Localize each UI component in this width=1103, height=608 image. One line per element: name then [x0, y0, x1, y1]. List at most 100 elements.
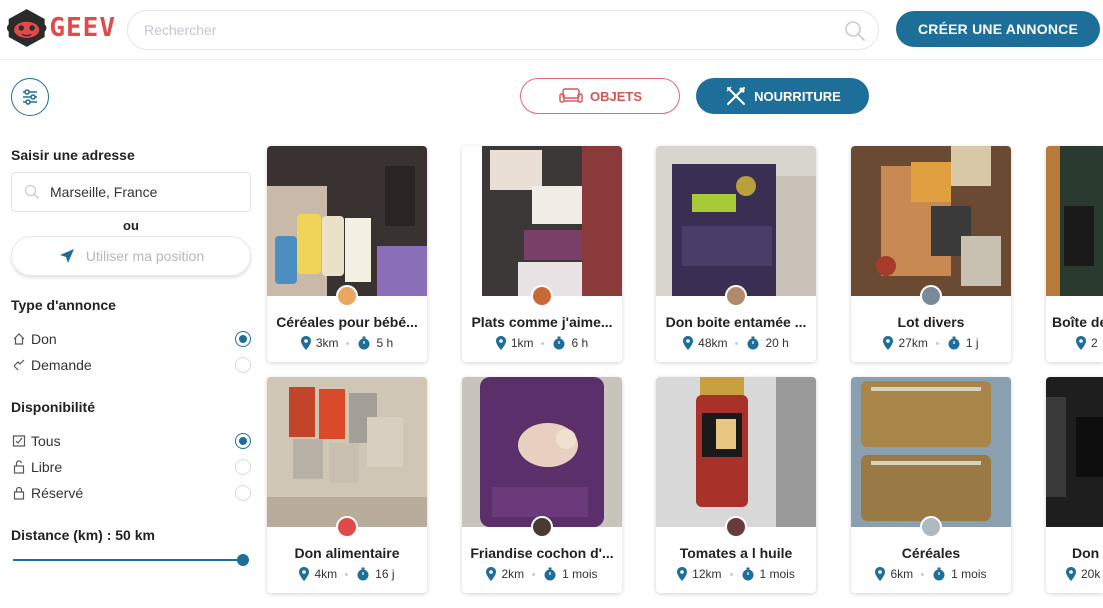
distance-slider-thumb[interactable]	[237, 554, 249, 566]
avatar[interactable]	[725, 285, 747, 307]
listing-title: Céréales pour bébé...	[276, 314, 418, 330]
listing-meta: 4km 16 j	[267, 567, 427, 581]
listing-card[interactable]: Tomates a l huile 12km 1 mois	[656, 377, 816, 593]
map-pin-icon	[1076, 336, 1086, 350]
listing-photo	[1046, 146, 1103, 296]
filters-toggle-button[interactable]	[11, 78, 49, 116]
avatar[interactable]	[531, 516, 553, 538]
listing-card[interactable]: Lot divers 27km 1 j	[851, 146, 1011, 362]
distance-label: Distance (km) : 50 km	[11, 527, 155, 543]
listing-meta: 2km 1 mois	[462, 567, 622, 581]
avatar[interactable]	[336, 516, 358, 538]
tab-nourriture-label: NOURRITURE	[754, 88, 841, 104]
radio-reserve[interactable]	[235, 485, 251, 501]
listing-card[interactable]: Boîte de 2	[1046, 146, 1103, 362]
listing-meta: 6km 1 mois	[851, 567, 1011, 581]
stopwatch-icon	[544, 567, 556, 581]
listing-distance: 1km	[510, 336, 534, 350]
use-position-label: Utiliser ma position	[85, 248, 205, 264]
geev-logo[interactable]: GEEV	[6, 5, 116, 51]
availability-option-libre[interactable]: Libre	[11, 457, 251, 477]
listing-card[interactable]: Céréales 6km 1 mois	[851, 377, 1011, 593]
search-icon[interactable]	[844, 20, 866, 42]
radio-libre[interactable]	[235, 459, 251, 475]
listing-title: Don boite entamée ...	[665, 314, 807, 330]
listing-meta: 48km 20 h	[656, 336, 816, 350]
listing-photo	[851, 377, 1011, 527]
logo-text: GEEV	[49, 13, 116, 43]
map-pin-icon	[1066, 567, 1076, 581]
listing-title: Friandise cochon d'...	[470, 545, 614, 561]
map-pin-icon	[677, 567, 688, 581]
tab-objets[interactable]: OBJETS	[520, 78, 680, 114]
listing-meta: 1km 6 h	[462, 336, 622, 350]
listing-card[interactable]: Friandise cochon d'... 2km 1 mois	[462, 377, 622, 593]
search-input[interactable]	[144, 22, 824, 38]
availability-option-tous[interactable]: Tous	[11, 431, 251, 451]
distance-slider[interactable]	[13, 554, 251, 566]
address-field[interactable]	[11, 172, 251, 212]
hand-icon	[11, 357, 27, 373]
radio-demande[interactable]	[235, 357, 251, 373]
stopwatch-icon	[948, 336, 960, 350]
create-listing-button[interactable]: CRÉER UNE ANNONCE	[896, 11, 1100, 47]
listing-title: Boîte de	[1052, 314, 1103, 330]
stopwatch-icon	[747, 336, 759, 350]
use-position-button[interactable]: Utiliser ma position	[11, 236, 251, 276]
address-title: Saisir une adresse	[11, 147, 135, 163]
listing-title: Plats comme j'aime...	[471, 314, 613, 330]
listing-title: Tomates a l huile	[679, 545, 793, 561]
availability-option-reserve[interactable]: Réservé	[11, 483, 251, 503]
listing-photo	[462, 377, 622, 527]
radio-don[interactable]	[235, 331, 251, 347]
map-pin-icon	[683, 336, 694, 350]
sliders-icon	[23, 89, 37, 105]
map-pin-icon	[486, 567, 497, 581]
listing-meta: 12km 1 mois	[656, 567, 816, 581]
map-pin-icon	[299, 567, 310, 581]
type-option-don[interactable]: Don	[11, 329, 251, 349]
listing-card[interactable]: Don boite entamée ... 48km 20 h	[656, 146, 816, 362]
listing-meta: 27km 1 j	[851, 336, 1011, 350]
avatar[interactable]	[920, 285, 942, 307]
listing-card[interactable]: Don alimentaire 4km 16 j	[267, 377, 427, 593]
type-option-demande[interactable]: Demande	[11, 355, 251, 375]
listing-photo	[656, 146, 816, 296]
avatar[interactable]	[336, 285, 358, 307]
listing-card[interactable]: Don 20k	[1046, 377, 1103, 593]
radio-tous[interactable]	[235, 433, 251, 449]
search-bar[interactable]	[127, 10, 879, 50]
listing-card[interactable]: Céréales pour bébé... 3km 5 h	[267, 146, 427, 362]
separator-dot	[346, 341, 350, 345]
type-title: Type d'annonce	[11, 297, 116, 313]
top-bar: GEEV CRÉER UNE ANNONCE	[0, 0, 1103, 60]
listing-time: 20 h	[765, 336, 789, 350]
listing-time: 1 mois	[562, 567, 598, 581]
address-input[interactable]	[50, 184, 240, 200]
listing-card[interactable]: Plats comme j'aime... 1km 6 h	[462, 146, 622, 362]
map-pin-icon	[883, 336, 894, 350]
avatar[interactable]	[920, 516, 942, 538]
listing-time: 1 j	[965, 336, 979, 350]
separator-dot	[921, 572, 925, 576]
listing-photo	[1046, 377, 1103, 527]
listing-photo	[656, 377, 816, 527]
listing-distance: 2	[1091, 336, 1098, 350]
listing-photo	[267, 146, 427, 296]
listing-time: 1 mois	[951, 567, 987, 581]
listing-distance: 2km	[501, 567, 525, 581]
unlock-icon	[11, 459, 27, 475]
tab-nourriture[interactable]: NOURRITURE	[696, 78, 869, 114]
listing-time: 5 h	[376, 336, 394, 350]
avatar[interactable]	[725, 516, 747, 538]
avatar[interactable]	[531, 285, 553, 307]
map-pin-icon	[300, 336, 311, 350]
home-icon	[11, 331, 27, 347]
separator-dot	[345, 572, 349, 576]
listing-distance: 6km	[890, 567, 914, 581]
map-pin-icon	[495, 336, 506, 350]
listing-time: 6 h	[571, 336, 589, 350]
listing-title: Don alimentaire	[294, 545, 400, 561]
listing-distance: 20k	[1081, 567, 1101, 581]
separator-dot	[729, 572, 733, 576]
